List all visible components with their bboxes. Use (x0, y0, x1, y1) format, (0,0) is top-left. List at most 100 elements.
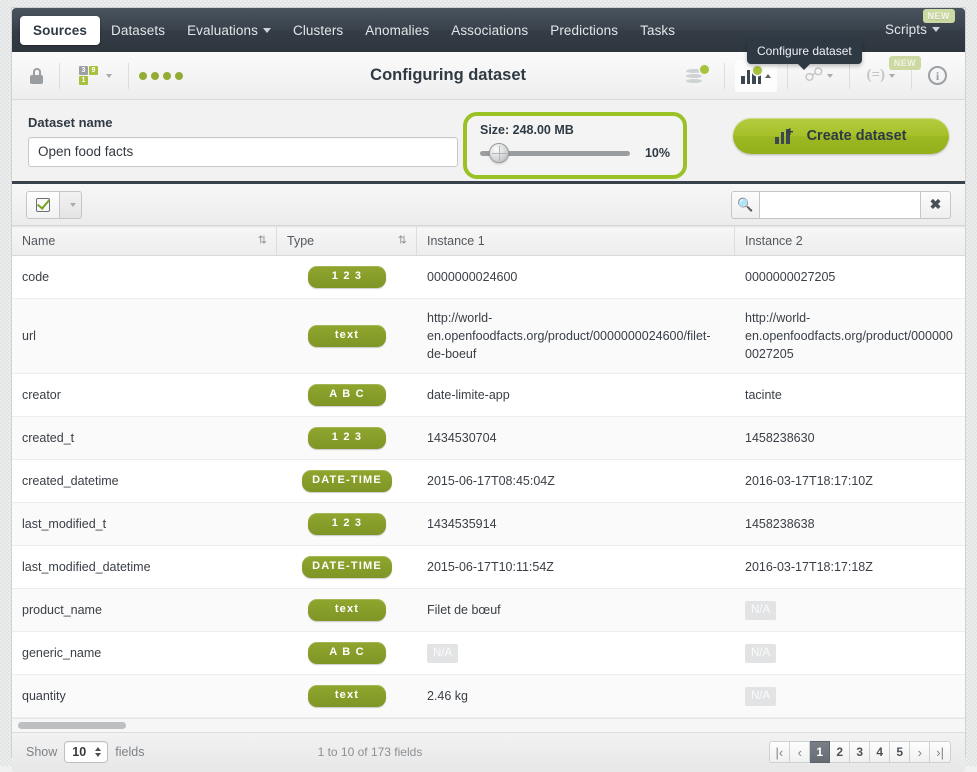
cell-instance-1: date-limite-app (417, 373, 735, 418)
close-icon[interactable]: ✖ (921, 190, 951, 219)
table-row[interactable]: last_modified_t 1 2 3 1434535914 1458238638 (12, 502, 965, 547)
cell-instance-2: N/A (735, 674, 965, 718)
checkbox-checked-icon[interactable] (26, 190, 60, 219)
column-header-type[interactable]: Type ⇅ (277, 226, 417, 256)
page-3[interactable]: 3 (850, 741, 871, 764)
page-4[interactable]: 4 (870, 741, 891, 764)
table-row[interactable]: code 1 2 3 0000000024600 0000000027205 (12, 255, 965, 299)
last-page[interactable]: ›| (930, 741, 951, 764)
show-label: Show (26, 745, 58, 760)
scrollbar-thumb[interactable] (18, 721, 126, 729)
cell-field-name: created_datetime (12, 459, 277, 504)
type-badge: A B C (308, 384, 386, 407)
column-header-instance-2-label: Instance 2 (745, 234, 803, 248)
cell-instance-1: 2015-06-17T08:45:04Z (417, 459, 735, 504)
table-row[interactable]: created_t 1 2 3 1434530704 1458238630 (12, 416, 965, 461)
configure-dataset-tooltip: Configure dataset (747, 38, 862, 70)
cell-instance-1: Filet de bœuf (417, 588, 735, 632)
page-2[interactable]: 2 (830, 741, 851, 764)
toolbar-divider (849, 62, 851, 89)
table-filter-bar: 🔍 ✖ (12, 184, 965, 226)
create-dataset-button[interactable]: + Create dataset (733, 118, 949, 154)
column-header-name[interactable]: Name ⇅ (12, 226, 277, 256)
cell-field-name: product_name (12, 588, 277, 632)
rows-per-page-select[interactable]: 10 (64, 741, 109, 764)
cell-field-type: text (277, 588, 417, 632)
nav-tab-associations[interactable]: Associations (440, 17, 539, 44)
cell-instance-2: 2016-03-17T18:17:18Z (735, 545, 965, 589)
nav-tab-tasks[interactable]: Tasks (629, 17, 686, 44)
lock-icon[interactable] (24, 60, 49, 92)
page-5[interactable]: 5 (890, 741, 911, 764)
cell-field-name: code (12, 255, 277, 299)
cell-instance-2: 1458238638 (735, 502, 965, 547)
cell-instance-2: N/A (735, 588, 965, 632)
next-page[interactable]: › (910, 741, 931, 764)
application-window: Sources Datasets Evaluations Clusters Anomal… (12, 8, 965, 772)
nav-tab-sources[interactable]: Sources (20, 15, 100, 45)
table-row[interactable]: last_modified_datetime DATE-TIME 2015-06-1… (12, 545, 965, 589)
cell-field-type: 1 2 3 (277, 255, 417, 299)
pagination: |‹ ‹ 1 2 3 4 5 › ›| (768, 741, 951, 764)
dataset-size-box: Size: 248.00 MB 10% (463, 112, 687, 179)
nav-tab-evaluations[interactable]: Evaluations (176, 17, 282, 44)
nav-tab-predictions[interactable]: Predictions (539, 17, 629, 44)
column-header-instance-1: Instance 1 (417, 226, 735, 256)
rows-per-page-value: 10 (72, 745, 87, 760)
column-header-type-label: Type (287, 234, 315, 248)
table-row[interactable]: quantity text 2.46 kg N/A (12, 674, 965, 718)
dataset-chart-icon[interactable] (735, 59, 778, 92)
dataset-name-label: Dataset name (28, 114, 113, 130)
cell-instance-1: 2.46 kg (417, 674, 735, 718)
table-row[interactable]: creator A B C date-limite-app tacinte (12, 373, 965, 418)
pager-label: › (917, 744, 922, 760)
horizontal-scrollbar[interactable] (12, 717, 965, 732)
search-input[interactable] (759, 190, 921, 219)
cell-instance-1: N/A (417, 631, 735, 675)
select-all-group (26, 190, 82, 219)
page-1[interactable]: 1 (810, 741, 831, 764)
field-types-icon[interactable]: 3 9 1 (70, 60, 118, 92)
nav-tab-datasets[interactable]: Datasets (100, 17, 176, 44)
nav-tab-anomalies[interactable]: Anomalies (354, 17, 440, 44)
na-badge: N/A (745, 687, 777, 706)
cell-field-type: A B C (277, 631, 417, 675)
database-icon (337, 64, 361, 88)
search-icon[interactable]: 🔍 (731, 190, 759, 219)
pager-label: |‹ (775, 744, 784, 760)
na-badge: N/A (427, 644, 459, 663)
cell-field-type: A B C (277, 373, 417, 418)
search-group: 🔍 ✖ (731, 190, 951, 219)
type-badge: DATE-TIME (302, 470, 392, 493)
field-types-glyph: 3 9 1 (76, 65, 102, 87)
cell-field-type: 1 2 3 (277, 502, 417, 547)
size-slider[interactable] (480, 142, 630, 163)
nav-tab-label: Anomalies (365, 22, 430, 38)
first-page[interactable]: |‹ (768, 741, 791, 764)
table-row[interactable]: generic_name A B C N/A N/A (12, 631, 965, 675)
cell-instance-2: 0000000027205 (735, 255, 965, 299)
select-all-dropdown[interactable] (60, 190, 82, 219)
cell-instance-1: 1434535914 (417, 502, 735, 547)
chevron-up-icon (765, 73, 772, 78)
type-badge: A B C (308, 641, 386, 664)
table-row[interactable]: created_datetime DATE-TIME 2015-06-17T08:4… (12, 459, 965, 504)
nav-tab-clusters[interactable]: Clusters (282, 17, 354, 44)
table-row[interactable]: url text http://world-en.openfoodfacts.org… (12, 298, 965, 375)
column-header-name-label: Name (22, 234, 56, 248)
prev-page[interactable]: ‹ (790, 741, 811, 764)
dataset-name-input[interactable] (28, 136, 458, 167)
cell-field-type: DATE-TIME (277, 545, 417, 589)
fields-table-element: Name ⇅ Type ⇅ Instance 1 Instance 2 code… (12, 226, 965, 718)
na-badge: N/A (745, 644, 777, 663)
cell-field-type: 1 2 3 (277, 416, 417, 461)
nav-tab-scripts-label: Scripts (885, 22, 927, 37)
slider-handle[interactable] (489, 142, 509, 163)
info-icon[interactable]: i (922, 60, 953, 92)
table-row[interactable]: product_name text Filet de bœuf N/A (12, 588, 965, 632)
nav-tab-label: Tasks (640, 22, 676, 38)
nav-right-group: NEW Scripts (874, 9, 957, 39)
plus-icon: + (785, 123, 794, 139)
cell-field-name: created_t (12, 416, 277, 461)
dataset-settings-icon[interactable] (680, 60, 714, 92)
